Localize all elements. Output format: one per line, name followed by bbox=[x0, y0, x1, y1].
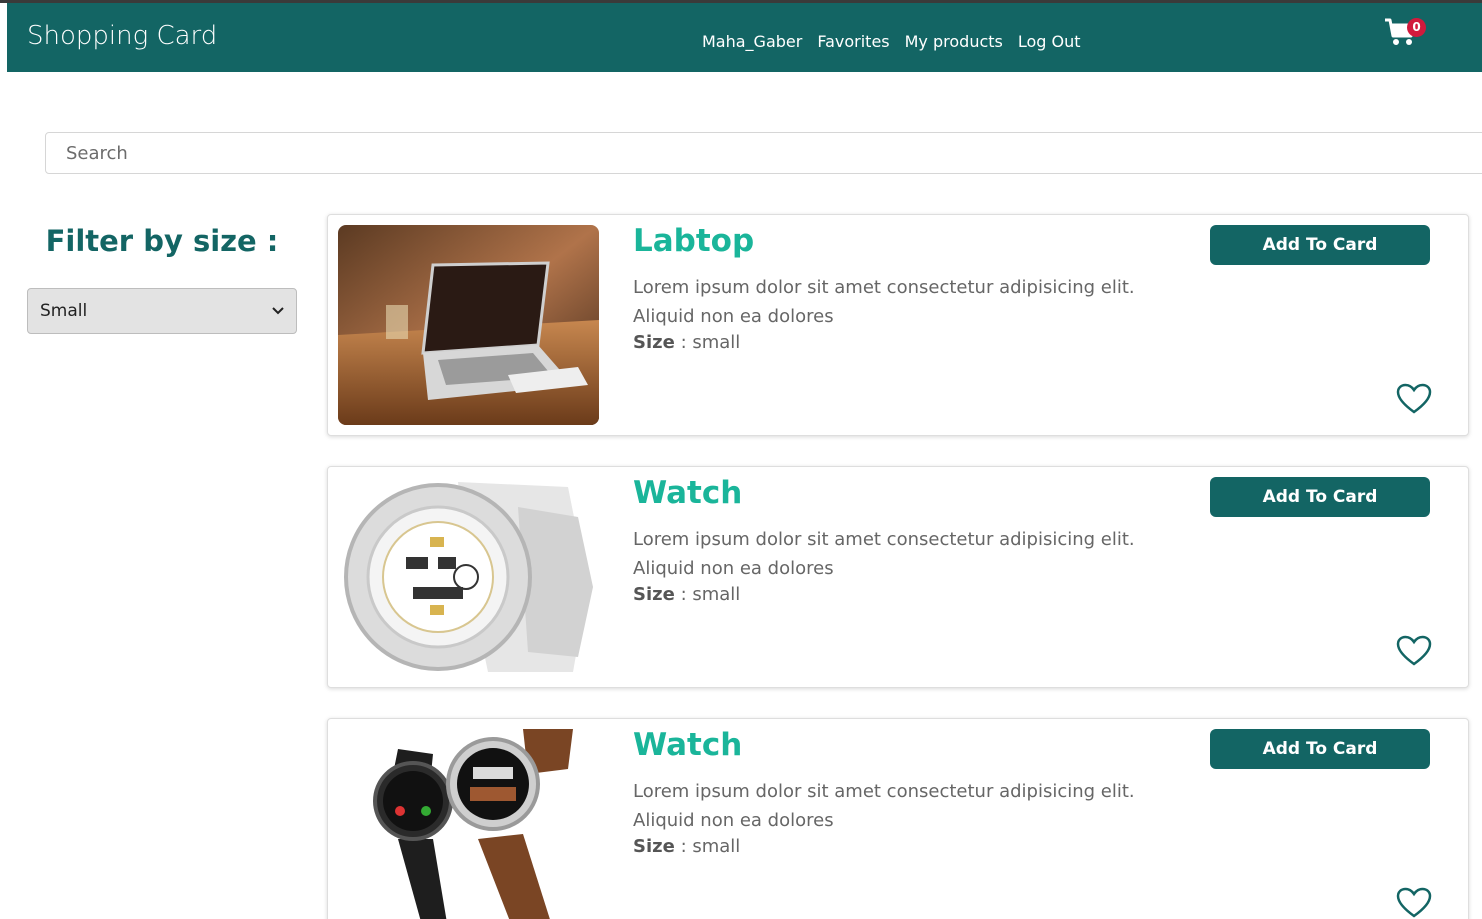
nav-link-logout[interactable]: Log Out bbox=[1018, 32, 1081, 51]
product-card: Watch Lorem ipsum dolor sit amet consect… bbox=[327, 718, 1469, 919]
product-card: Watch Lorem ipsum dolor sit amet consect… bbox=[327, 466, 1469, 688]
size-value: : small bbox=[680, 332, 741, 353]
filter-title: Filter by size : bbox=[45, 224, 279, 258]
product-title: Watch bbox=[633, 475, 743, 511]
product-description: Lorem ipsum dolor sit amet consectetur a… bbox=[633, 277, 1135, 327]
brand-title[interactable]: Shopping Card bbox=[27, 21, 217, 51]
size-label: Size bbox=[633, 836, 675, 857]
navbar: Shopping Card Maha_Gaber Favorites My pr… bbox=[7, 3, 1482, 72]
product-title: Watch bbox=[633, 727, 743, 763]
chevron-down-icon bbox=[272, 307, 284, 315]
nav-link-my-products[interactable]: My products bbox=[905, 32, 1003, 51]
heart-outline-icon[interactable] bbox=[1396, 635, 1432, 667]
size-filter-select[interactable]: Small bbox=[27, 288, 297, 334]
size-label: Size bbox=[633, 332, 675, 353]
cart-count-badge: 0 bbox=[1407, 18, 1426, 37]
size-value: : small bbox=[680, 836, 741, 857]
add-to-card-button[interactable]: Add To Card bbox=[1210, 477, 1430, 517]
product-image-white-watch bbox=[338, 477, 599, 677]
product-description: Lorem ipsum dolor sit amet consectetur a… bbox=[633, 529, 1135, 579]
product-size: Size : small bbox=[633, 836, 740, 857]
product-size: Size : small bbox=[633, 584, 740, 605]
nav-link-favorites[interactable]: Favorites bbox=[817, 32, 889, 51]
product-card: Labtop Lorem ipsum dolor sit amet consec… bbox=[327, 214, 1469, 436]
cart-button[interactable]: 0 bbox=[1384, 13, 1426, 49]
product-title: Labtop bbox=[633, 223, 755, 259]
product-description: Lorem ipsum dolor sit amet consectetur a… bbox=[633, 781, 1135, 831]
add-to-card-button[interactable]: Add To Card bbox=[1210, 225, 1430, 265]
size-label: Size bbox=[633, 584, 675, 605]
heart-outline-icon[interactable] bbox=[1396, 887, 1432, 919]
add-to-card-button[interactable]: Add To Card bbox=[1210, 729, 1430, 769]
product-image-smartwatches bbox=[338, 729, 599, 919]
product-image-laptop bbox=[338, 225, 599, 425]
size-value: : small bbox=[680, 584, 741, 605]
size-filter-value: Small bbox=[40, 301, 88, 321]
product-size: Size : small bbox=[633, 332, 740, 353]
nav-link-username[interactable]: Maha_Gaber bbox=[702, 32, 802, 51]
search-input[interactable] bbox=[45, 132, 1482, 174]
heart-outline-icon[interactable] bbox=[1396, 383, 1432, 415]
nav-links: Maha_Gaber Favorites My products Log Out bbox=[702, 32, 1081, 51]
